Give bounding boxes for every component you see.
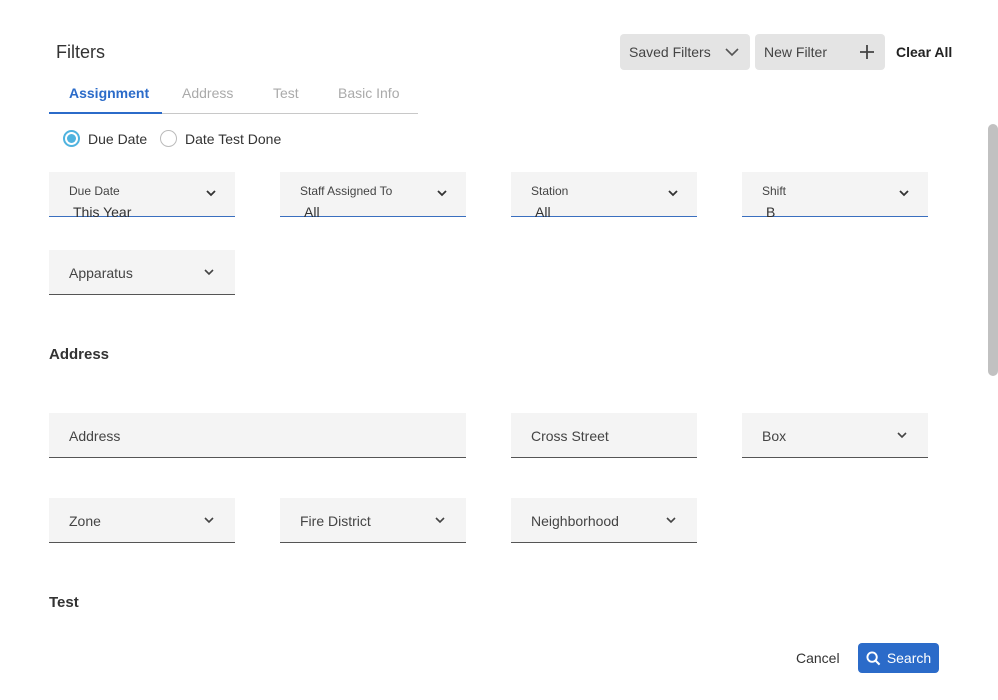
shift-value: B — [766, 204, 776, 220]
cross-street-placeholder: Cross Street — [531, 428, 609, 444]
saved-filters-button[interactable]: Saved Filters — [620, 34, 750, 70]
plus-icon — [860, 45, 874, 59]
station-value: All — [535, 204, 551, 220]
tab-basic-info[interactable]: Basic Info — [338, 85, 399, 101]
address-placeholder: Address — [69, 428, 121, 444]
search-icon — [866, 650, 881, 665]
chevron-down-icon — [666, 517, 676, 524]
cross-street-input[interactable]: Cross Street — [511, 413, 697, 458]
clear-all-button[interactable]: Clear All — [896, 44, 952, 60]
box-select[interactable]: Box — [742, 413, 928, 458]
apparatus-select[interactable]: Apparatus — [49, 250, 235, 295]
due-date-select[interactable]: Due Date This Year — [49, 172, 235, 220]
radio-button-checked[interactable] — [63, 130, 80, 147]
chevron-down-icon — [204, 517, 214, 524]
address-input[interactable]: Address — [49, 413, 466, 458]
zone-placeholder: Zone — [69, 513, 101, 529]
chevron-down-icon — [206, 190, 216, 197]
chevron-down-icon — [204, 269, 214, 276]
radio-date-test-done-label: Date Test Done — [185, 130, 282, 147]
filters-title: Filters — [56, 42, 105, 62]
staff-assigned-select[interactable]: Staff Assigned To All — [280, 172, 466, 220]
neighborhood-placeholder: Neighborhood — [531, 513, 619, 529]
radio-due-date[interactable]: Due Date — [63, 130, 147, 147]
apparatus-placeholder: Apparatus — [69, 265, 133, 281]
tab-test[interactable]: Test — [273, 85, 299, 101]
due-date-label: Due Date — [69, 184, 120, 198]
search-label: Search — [886, 650, 932, 666]
staff-assigned-value: All — [304, 204, 320, 220]
station-select[interactable]: Station All — [511, 172, 697, 220]
new-filter-label: New Filter — [764, 44, 828, 60]
shift-label: Shift — [762, 184, 787, 198]
radio-date-test-done[interactable]: Date Test Done — [160, 130, 281, 147]
chevron-down-icon — [725, 48, 739, 57]
new-filter-button[interactable]: New Filter — [755, 34, 885, 70]
saved-filters-label: Saved Filters — [629, 44, 711, 60]
chevron-down-icon — [897, 432, 907, 439]
staff-assigned-label: Staff Assigned To — [300, 184, 393, 198]
due-date-value: This Year — [73, 204, 132, 220]
zone-select[interactable]: Zone — [49, 498, 235, 543]
box-placeholder: Box — [762, 428, 787, 444]
radio-due-date-label: Due Date — [88, 130, 148, 147]
station-label: Station — [531, 184, 569, 198]
chevron-down-icon — [435, 517, 445, 524]
fire-district-select[interactable]: Fire District — [280, 498, 466, 543]
fire-district-placeholder: Fire District — [300, 513, 371, 529]
scrollbar-thumb[interactable] — [988, 124, 998, 376]
shift-select[interactable]: Shift B — [742, 172, 928, 220]
tab-assignment[interactable]: Assignment — [69, 85, 149, 101]
filter-tabs: Assignment Address Test Basic Info — [49, 80, 418, 114]
chevron-down-icon — [668, 190, 678, 197]
search-button[interactable]: Search — [858, 643, 939, 673]
radio-button-unchecked[interactable] — [160, 130, 177, 147]
neighborhood-select[interactable]: Neighborhood — [511, 498, 697, 543]
chevron-down-icon — [899, 190, 909, 197]
tab-address[interactable]: Address — [182, 85, 233, 101]
test-section-title: Test — [49, 594, 79, 611]
cancel-button[interactable]: Cancel — [796, 650, 840, 666]
address-section-title: Address — [49, 346, 110, 363]
chevron-down-icon — [437, 190, 447, 197]
active-tab-indicator — [49, 112, 162, 114]
